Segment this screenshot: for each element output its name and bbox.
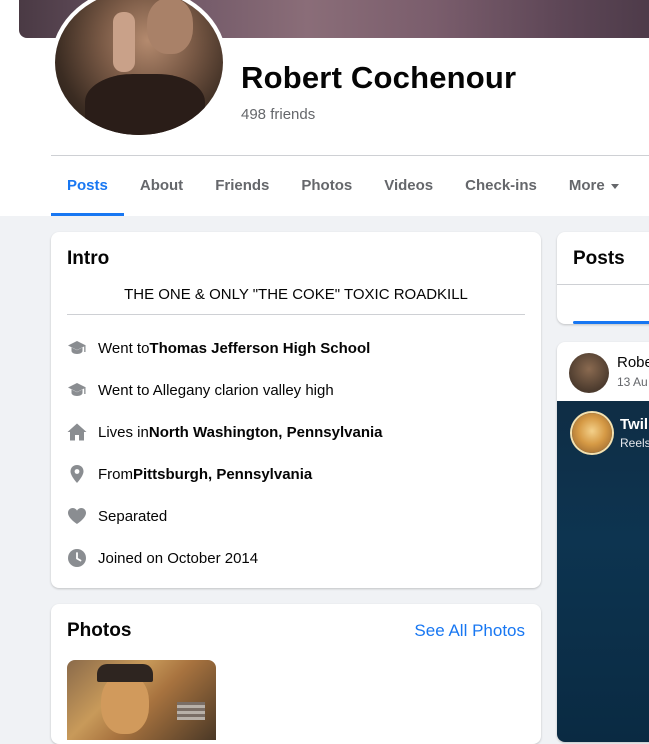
- intro-item-text: Went to Allegany clarion valley high: [98, 381, 334, 399]
- reel-label: Reels: [620, 436, 649, 450]
- intro-divider: [67, 314, 525, 315]
- tab-videos[interactable]: Videos: [368, 156, 449, 216]
- posts-divider: [557, 284, 649, 285]
- intro-item-prefix: Went to: [98, 339, 150, 357]
- intro-item-from: From Pittsburgh, Pennsylvania: [67, 462, 312, 486]
- intro-item-education-2: Went to Allegany clarion valley high: [67, 378, 334, 402]
- intro-bio: THE ONE & ONLY "THE COKE" TOXIC ROADKILL: [124, 286, 468, 303]
- tab-photos[interactable]: Photos: [285, 156, 368, 216]
- post-author-name[interactable]: Robe: [617, 354, 649, 371]
- profile-tabs: Posts About Friends Photos Videos Check-…: [51, 156, 635, 216]
- school-link[interactable]: Thomas Jefferson High School: [149, 340, 370, 357]
- profile-avatar[interactable]: [55, 0, 223, 135]
- tab-about[interactable]: About: [124, 156, 199, 216]
- photos-card: Photos See All Photos: [51, 604, 541, 744]
- intro-item-prefix: From: [98, 465, 133, 483]
- tab-check-ins[interactable]: Check-ins: [449, 156, 553, 216]
- photo-thumbnail[interactable]: [67, 660, 216, 740]
- current-city-link[interactable]: North Washington, Pennsylvania: [149, 424, 383, 441]
- tab-friends[interactable]: Friends: [199, 156, 285, 216]
- tab-more[interactable]: More: [553, 156, 635, 216]
- clock-icon: [67, 548, 87, 568]
- post-timestamp[interactable]: 13 Au: [617, 375, 648, 389]
- shared-reel[interactable]: Twili Reels: [557, 401, 649, 742]
- intro-item-prefix: Lives in: [98, 423, 149, 441]
- intro-item-text: Joined on October 2014: [98, 549, 259, 567]
- intro-item-education-1: Went to Thomas Jefferson High School: [67, 336, 370, 360]
- graduation-cap-icon: [67, 380, 87, 400]
- intro-item-lives-in: Lives in North Washington, Pennsylvania: [67, 420, 383, 444]
- intro-card: Intro THE ONE & ONLY "THE COKE" TOXIC RO…: [51, 232, 541, 588]
- reel-author-avatar[interactable]: [572, 413, 612, 453]
- reel-author-name[interactable]: Twili: [620, 416, 649, 433]
- intro-title: Intro: [67, 248, 110, 269]
- hometown-link[interactable]: Pittsburgh, Pennsylvania: [133, 466, 312, 483]
- posts-filter-indicator[interactable]: [573, 321, 649, 324]
- see-all-photos-link[interactable]: See All Photos: [414, 621, 525, 641]
- intro-item-relationship: Separated: [67, 504, 167, 528]
- intro-item-text: Separated: [98, 507, 168, 525]
- heart-icon: [67, 506, 87, 526]
- friends-count[interactable]: 498 friends: [241, 106, 315, 123]
- photos-title: Photos: [67, 620, 132, 641]
- tab-posts[interactable]: Posts: [51, 156, 124, 216]
- intro-item-joined: Joined on October 2014: [67, 546, 258, 570]
- post-card: Robe 13 Au Twili Reels: [557, 342, 649, 742]
- post-author-avatar[interactable]: [569, 353, 609, 393]
- tab-more-label: More: [568, 177, 605, 194]
- posts-title: Posts: [573, 248, 625, 269]
- profile-name: Robert Cochenour: [241, 60, 517, 95]
- home-icon: [67, 422, 87, 442]
- posts-header-card: Posts: [557, 232, 649, 324]
- caret-down-icon: [610, 183, 619, 189]
- location-pin-icon: [67, 464, 87, 484]
- graduation-cap-icon: [67, 338, 87, 358]
